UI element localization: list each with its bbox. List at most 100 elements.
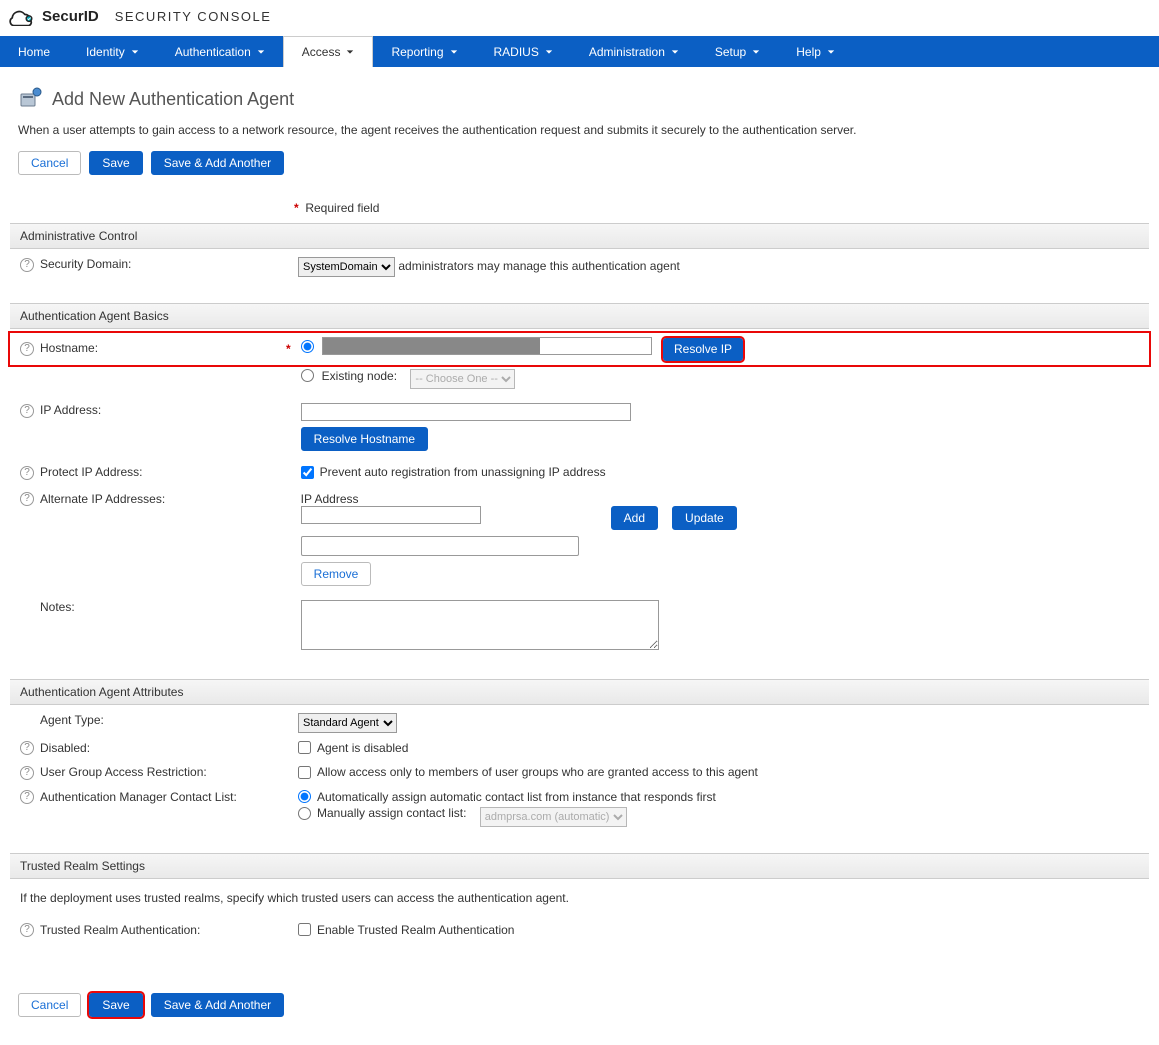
nav-radius[interactable]: RADIUS xyxy=(476,36,571,67)
ug-restriction-label: User Group Access Restriction: xyxy=(40,765,207,779)
section-attributes: Authentication Agent Attributes xyxy=(10,679,1149,705)
security-domain-label: Security Domain: xyxy=(40,257,131,271)
alt-ip-input[interactable] xyxy=(301,506,481,524)
top-bar: SecurID SECURITY CONSOLE xyxy=(0,0,1159,32)
section-admin-control: Administrative Control xyxy=(10,223,1149,249)
nav-access[interactable]: Access xyxy=(283,36,374,67)
help-icon[interactable]: ? xyxy=(20,404,34,418)
caret-down-icon xyxy=(450,45,458,59)
alt-ip-update-button[interactable]: Update xyxy=(672,506,737,530)
nav-help[interactable]: Help xyxy=(778,36,853,67)
protect-ip-checkbox[interactable] xyxy=(301,466,314,479)
alt-ip-add-button[interactable]: Add xyxy=(611,506,658,530)
agent-disabled-checkbox-label: Agent is disabled xyxy=(317,741,408,755)
notes-textarea[interactable] xyxy=(301,600,659,650)
required-text: Required field xyxy=(305,201,379,215)
page-title: Add New Authentication Agent xyxy=(52,89,294,110)
agent-disabled-checkbox[interactable] xyxy=(298,741,311,754)
page-header: Add New Authentication Agent xyxy=(10,77,1149,123)
trusted-realm-label: Trusted Realm Authentication: xyxy=(40,923,200,937)
cancel-button-bottom[interactable]: Cancel xyxy=(18,993,81,1017)
caret-down-icon xyxy=(257,45,265,59)
agent-icon xyxy=(18,87,42,111)
help-icon[interactable]: ? xyxy=(20,258,34,272)
caret-down-icon xyxy=(752,45,760,59)
nav-authentication[interactable]: Authentication xyxy=(157,36,283,67)
save-add-another-button[interactable]: Save & Add Another xyxy=(151,151,284,175)
nav-identity-label: Identity xyxy=(86,45,125,59)
resolve-hostname-button[interactable]: Resolve Hostname xyxy=(301,427,428,451)
resolve-ip-button[interactable]: Resolve IP xyxy=(663,338,743,361)
nav-help-label: Help xyxy=(796,45,821,59)
ug-restriction-checkbox[interactable] xyxy=(298,766,311,779)
protect-ip-label: Protect IP Address: xyxy=(40,465,143,479)
save-button-bottom[interactable]: Save xyxy=(89,993,142,1017)
hostname-label: Hostname: xyxy=(40,341,98,355)
save-button[interactable]: Save xyxy=(89,151,142,175)
help-icon[interactable]: ? xyxy=(20,923,34,937)
alt-ip-field-label: IP Address xyxy=(301,492,1143,506)
brand-name: SecurID xyxy=(42,8,99,25)
nav-administration[interactable]: Administration xyxy=(571,36,697,67)
help-icon[interactable]: ? xyxy=(20,741,34,755)
security-domain-hint: administrators may manage this authentic… xyxy=(398,259,680,273)
nav-setup-label: Setup xyxy=(715,45,746,59)
required-field-note: * Required field xyxy=(10,183,1149,223)
bottom-button-row: Cancel Save Save & Add Another xyxy=(10,993,1149,1025)
securid-logo-icon xyxy=(8,6,36,26)
alt-ip-label: Alternate IP Addresses: xyxy=(40,492,165,506)
help-icon[interactable]: ? xyxy=(20,790,34,804)
ip-address-input[interactable] xyxy=(301,403,631,421)
section-basics: Authentication Agent Basics xyxy=(10,303,1149,329)
caret-down-icon xyxy=(545,45,553,59)
alt-ip-listbox[interactable] xyxy=(301,536,579,556)
page-body: Add New Authentication Agent When a user… xyxy=(0,67,1159,1045)
trusted-realm-checkbox-label: Enable Trusted Realm Authentication xyxy=(317,923,514,937)
logo-wrap: SecurID SECURITY CONSOLE xyxy=(8,6,271,26)
trusted-realm-desc: If the deployment uses trusted realms, s… xyxy=(10,883,1149,919)
protect-ip-checkbox-label: Prevent auto registration from unassigni… xyxy=(320,465,606,479)
save-add-another-button-bottom[interactable]: Save & Add Another xyxy=(151,993,284,1017)
nav-reporting-label: Reporting xyxy=(391,45,443,59)
hostname-input[interactable] xyxy=(322,337,652,355)
am-auto-radio[interactable] xyxy=(298,790,311,803)
agent-type-label: Agent Type: xyxy=(40,713,104,727)
am-manual-radio[interactable] xyxy=(298,807,311,820)
agent-type-select[interactable]: Standard Agent xyxy=(298,713,397,733)
page-description: When a user attempts to gain access to a… xyxy=(10,123,1149,151)
ug-restriction-checkbox-label: Allow access only to members of user gro… xyxy=(317,765,758,779)
nav-identity[interactable]: Identity xyxy=(68,36,157,67)
nav-administration-label: Administration xyxy=(589,45,665,59)
disabled-label: Disabled: xyxy=(40,741,90,755)
section-trusted-realm: Trusted Realm Settings xyxy=(10,853,1149,879)
console-label: SECURITY CONSOLE xyxy=(115,9,272,24)
caret-down-icon xyxy=(671,45,679,59)
help-icon[interactable]: ? xyxy=(20,492,34,506)
am-manual-select: admprsa.com (automatic) xyxy=(480,807,627,827)
caret-down-icon xyxy=(827,45,835,59)
am-manual-label: Manually assign contact list: xyxy=(317,806,466,820)
top-button-row: Cancel Save Save & Add Another xyxy=(10,151,1149,183)
caret-down-icon xyxy=(346,45,354,59)
help-icon[interactable]: ? xyxy=(20,766,34,780)
hostname-new-radio[interactable] xyxy=(301,340,314,353)
alt-ip-remove-button[interactable]: Remove xyxy=(301,562,372,586)
nav-home[interactable]: Home xyxy=(0,36,68,67)
nav-setup[interactable]: Setup xyxy=(697,36,778,67)
main-nav: Home Identity Authentication Access Repo… xyxy=(0,36,1159,67)
existing-node-label: Existing node: xyxy=(322,369,397,383)
nav-reporting[interactable]: Reporting xyxy=(373,36,475,67)
help-icon[interactable]: ? xyxy=(20,342,34,356)
hostname-existing-radio[interactable] xyxy=(301,369,314,382)
nav-authentication-label: Authentication xyxy=(175,45,251,59)
cancel-button[interactable]: Cancel xyxy=(18,151,81,175)
existing-node-select: -- Choose One -- xyxy=(410,369,515,389)
ip-address-label: IP Address: xyxy=(40,403,101,417)
security-domain-select[interactable]: SystemDomain xyxy=(298,257,395,277)
notes-label: Notes: xyxy=(40,600,75,614)
nav-access-label: Access xyxy=(302,45,341,59)
caret-down-icon xyxy=(131,45,139,59)
nav-radius-label: RADIUS xyxy=(494,45,539,59)
trusted-realm-checkbox[interactable] xyxy=(298,923,311,936)
help-icon[interactable]: ? xyxy=(20,466,34,480)
